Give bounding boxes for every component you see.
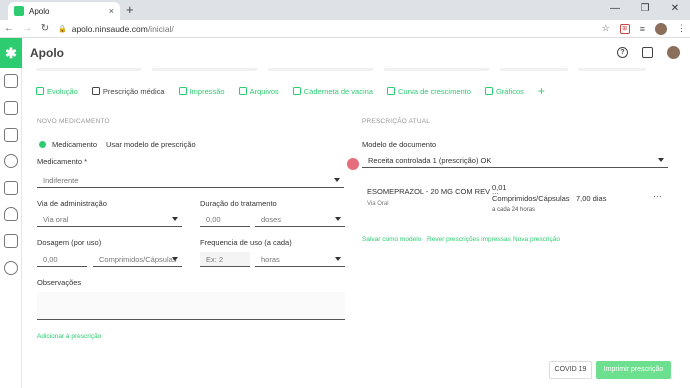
frequencia-unit-select[interactable]: horas (255, 252, 345, 267)
browser-tab-title: Apolo (29, 6, 50, 16)
tab-graficos[interactable]: Gráficos (484, 87, 524, 96)
collapsed-card-strip (22, 68, 690, 72)
record-tabs: Evolução Prescrição médica Impressão Arq… (36, 84, 545, 98)
apolo-favicon-icon (14, 6, 24, 16)
patient-icon[interactable] (4, 128, 18, 142)
chevron-down-icon (335, 217, 341, 221)
chevron-down-icon (172, 217, 178, 221)
dosagem-input[interactable]: 0,00 (37, 252, 87, 267)
rever-prescricoes-link[interactable]: Rever prescrições impressas (427, 236, 511, 243)
browser-toolbar: ← → ↻ 🔒 apolo.ninsaude.com/inicial/ ☆ ⊞ … (0, 20, 690, 38)
duracao-unit-select[interactable]: doses (255, 212, 345, 227)
reports-icon[interactable] (4, 234, 18, 248)
item-frequency: a cada 24 horas (492, 207, 536, 213)
extension-icon[interactable]: ⊞ (619, 23, 630, 34)
observacoes-textarea[interactable] (37, 292, 345, 320)
finance-icon[interactable] (4, 154, 18, 168)
radio-usar-modelo[interactable]: Usar modelo de prescrição (106, 140, 196, 149)
observacoes-label: Observações (37, 278, 82, 287)
section-title-current: PRESCRIÇÃO ATUAL (362, 118, 431, 125)
maximize-button[interactable]: ❐ (630, 0, 660, 20)
dosagem-unit-select[interactable]: Comprimidos/Cápsulas (93, 252, 182, 267)
calendar-icon[interactable] (4, 101, 18, 115)
growth-chart-icon (386, 87, 395, 95)
bookmark-star-icon[interactable]: ☆ (602, 23, 610, 34)
lock-icon: 🔒 (58, 25, 67, 33)
item-name: ESOMEPRAZOL - 20 MG COM REV ... (367, 187, 499, 196)
item-unit: Comprimidos/Cápsulas (492, 194, 570, 203)
url-path: /inicial/ (147, 23, 174, 34)
bag-icon[interactable] (4, 181, 18, 195)
tab-curva-crescimento[interactable]: Curva de crescimento (386, 87, 471, 96)
chart-icon (484, 87, 493, 95)
duracao-input[interactable]: 0,00 (200, 212, 250, 227)
tab-caderneta-vacina[interactable]: Caderneta de vacina (292, 87, 373, 96)
settings-gear-icon[interactable] (4, 261, 18, 275)
radio-selected-icon (39, 141, 46, 148)
item-dose: 0,01 (492, 183, 507, 192)
home-icon[interactable] (4, 74, 18, 88)
window-controls: — ❐ ✕ (600, 0, 690, 20)
chevron-down-icon (334, 178, 340, 182)
profile-avatar[interactable] (655, 22, 667, 35)
app-sidebar (0, 38, 22, 388)
item-duration: 7,00 dias (576, 194, 607, 203)
user-avatar[interactable] (667, 46, 680, 59)
tab-prescricao-medica[interactable]: Prescrição médica (91, 87, 165, 96)
chevron-down-icon (172, 257, 178, 261)
via-select[interactable]: Via oral (37, 212, 182, 227)
forward-arrow-icon[interactable]: → (22, 23, 32, 34)
folder-icon (238, 87, 247, 95)
modelo-select[interactable]: Receita controlada 1 (prescrição) OK (362, 153, 668, 168)
url-host: apolo.ninsaude.com (71, 23, 148, 34)
tab-impressao[interactable]: Impressão (178, 87, 225, 96)
imprimir-prescricao-button[interactable]: Imprimir prescrição (596, 361, 671, 379)
evolution-icon (36, 87, 44, 95)
medicamento-select[interactable]: Indiferente (37, 173, 344, 188)
printer-icon (178, 87, 187, 95)
heart-icon[interactable] (4, 207, 18, 221)
close-tab-icon[interactable]: × (109, 6, 114, 16)
chevron-down-icon (335, 257, 341, 261)
browser-tab[interactable]: Apolo × (8, 2, 120, 20)
prescription-item[interactable]: ESOMEPRAZOL - 20 MG COM REV ... Via Oral… (362, 179, 668, 219)
windows-icon[interactable] (642, 47, 653, 58)
close-window-button[interactable]: ✕ (660, 0, 690, 20)
pill-icon (91, 87, 100, 95)
more-options-icon[interactable]: ··· (653, 191, 662, 201)
covid-button[interactable]: COVID 19 (549, 361, 592, 379)
reload-icon[interactable]: ↻ (40, 23, 50, 34)
browser-menu-icon[interactable]: ⋮ (677, 23, 686, 34)
header-actions: ? (617, 46, 680, 59)
media-queue-icon[interactable]: ≡ (640, 24, 645, 34)
vaccine-card-icon (292, 87, 301, 95)
new-tab-button[interactable]: + (126, 2, 134, 18)
app-header: Apolo (22, 38, 690, 68)
item-via: Via Oral (367, 201, 389, 207)
add-tab-button[interactable]: + (538, 84, 545, 98)
salvar-modelo-link[interactable]: Salvar como modelo (362, 236, 421, 243)
minimize-button[interactable]: — (600, 0, 630, 20)
app-name: Apolo (30, 46, 64, 60)
section-title-new-med: NOVO MEDICAMENTO (37, 118, 110, 125)
cursor-highlight (347, 158, 359, 170)
frequencia-input[interactable]: Ex: 2 (200, 252, 250, 267)
back-arrow-icon[interactable]: ← (4, 23, 14, 34)
radio-medicamento[interactable]: Medicamento (39, 140, 97, 149)
duracao-label: Duração do tratamento (200, 199, 277, 208)
via-label: Via de administração (37, 199, 107, 208)
nova-prescricao-link[interactable]: Nova prescrição (513, 236, 560, 243)
modelo-label: Modelo de documento (362, 140, 437, 149)
address-bar[interactable]: 🔒 apolo.ninsaude.com/inicial/ (58, 24, 594, 34)
help-icon[interactable]: ? (617, 47, 628, 58)
dosagem-label: Dosagem (por uso) (37, 238, 102, 247)
frequencia-label: Frequencia de uso (a cada) (200, 238, 292, 247)
app-logo-icon[interactable]: ✱ (0, 38, 22, 68)
tab-evolucao[interactable]: Evolução (36, 87, 78, 96)
tab-arquivos[interactable]: Arquivos (238, 87, 279, 96)
adicionar-prescricao-link[interactable]: Adicionar à prescrição (37, 333, 101, 340)
chevron-down-icon (658, 158, 664, 162)
med-label: Medicamento * (37, 157, 88, 166)
